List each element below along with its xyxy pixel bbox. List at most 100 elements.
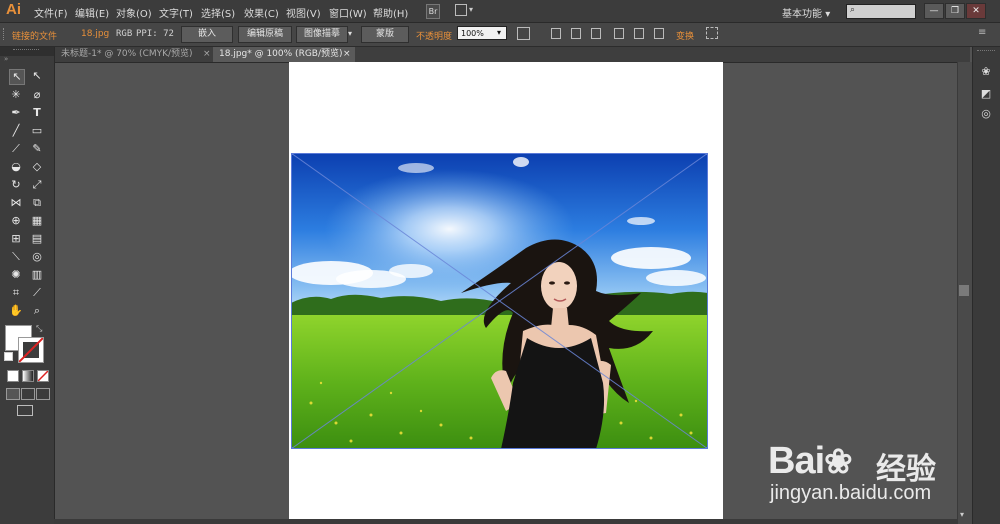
rectangle-tool-icon[interactable]: ▭: [30, 124, 44, 138]
menu-edit[interactable]: 编辑(E): [75, 5, 109, 20]
tab-18jpg[interactable]: 18.jpg* @ 100% (RGB/预览) ×: [213, 47, 355, 62]
stroke-swatch[interactable]: [18, 337, 44, 363]
menu-object[interactable]: 对象(O): [116, 5, 152, 20]
hand-tool-icon[interactable]: ✋: [9, 304, 23, 318]
menu-window[interactable]: 窗口(W): [329, 5, 367, 20]
pencil-tool-icon[interactable]: ✎: [30, 142, 44, 156]
menu-file[interactable]: 文件(F): [34, 5, 68, 20]
color-guide-icon[interactable]: ◩: [979, 87, 993, 101]
swap-fill-stroke-icon[interactable]: ⤡: [36, 324, 42, 334]
perspective-grid-tool-icon[interactable]: ▦: [30, 214, 44, 228]
image-trace-button[interactable]: 图像描摹: [296, 26, 348, 43]
pen-tool-icon[interactable]: ✒: [9, 106, 23, 120]
tab-label: 未标题-1* @ 70% (CMYK/预览): [61, 49, 193, 59]
draw-inside-icon[interactable]: [36, 388, 50, 400]
close-icon[interactable]: ×: [343, 47, 351, 62]
chevron-down-icon[interactable]: ▾: [497, 28, 501, 37]
app-logo: Ai: [6, 1, 21, 18]
screen-mode-icon[interactable]: [17, 405, 33, 416]
tab-untitled[interactable]: 未标题-1* @ 70% (CMYK/预览) ×: [55, 47, 213, 62]
tab-label: 18.jpg* @ 100% (RGB/预览): [219, 49, 343, 59]
mesh-tool-icon[interactable]: ⊞: [9, 232, 23, 246]
shape-builder-tool-icon[interactable]: ⊕: [9, 214, 23, 228]
align-left-icon[interactable]: [551, 28, 561, 39]
color-mode: RGB: [116, 29, 133, 39]
default-colors-icon[interactable]: [4, 352, 13, 361]
workspace-switcher[interactable]: 基本功能 ▾: [782, 5, 830, 20]
linked-file-link[interactable]: 链接的文件: [12, 29, 57, 42]
ppi-value: PPI: 72: [136, 29, 174, 39]
menu-type[interactable]: 文字(T): [159, 5, 193, 20]
selection-tool-icon[interactable]: ↖: [9, 69, 25, 85]
align-top-icon[interactable]: [614, 28, 624, 39]
grip-icon: [13, 49, 39, 53]
watermark-logo: Bai❀: [768, 440, 853, 483]
file-name-link[interactable]: 18.jpg: [81, 29, 109, 39]
menu-help[interactable]: 帮助(H): [373, 5, 408, 20]
transform-link[interactable]: 变换: [676, 29, 694, 42]
recolor-icon[interactable]: [517, 27, 530, 40]
gradient-mode-icon[interactable]: [22, 370, 34, 382]
embed-button[interactable]: 嵌入: [181, 26, 233, 43]
none-mode-icon[interactable]: [37, 370, 49, 382]
bridge-button[interactable]: Br: [426, 4, 440, 19]
chevron-down-icon: ▾: [825, 9, 831, 20]
menu-effect[interactable]: 效果(C): [244, 5, 279, 20]
eyedropper-tool-icon[interactable]: ⟍: [9, 250, 23, 264]
align-bottom-icon[interactable]: [654, 28, 664, 39]
placed-image-photo[interactable]: [291, 153, 708, 449]
line-tool-icon[interactable]: ╱: [9, 124, 23, 138]
align-right-icon[interactable]: [591, 28, 601, 39]
panel-menu-icon[interactable]: ≡: [978, 27, 986, 38]
graph-tool-icon[interactable]: ▥: [30, 268, 44, 282]
align-center-icon[interactable]: [571, 28, 581, 39]
symbol-sprayer-tool-icon[interactable]: ✺: [9, 268, 23, 282]
chevron-down-icon[interactable]: ▾: [348, 29, 352, 38]
watermark-brand: Bai: [768, 440, 825, 482]
menu-view[interactable]: 视图(V): [286, 5, 321, 20]
collapse-icon[interactable]: »: [4, 55, 8, 63]
draw-behind-icon[interactable]: [21, 388, 35, 400]
appearance-panel-icon[interactable]: ◎: [979, 107, 993, 121]
paintbrush-tool-icon[interactable]: ⟋: [9, 142, 23, 156]
scroll-down-icon[interactable]: ▾: [960, 510, 964, 519]
color-panel-icon[interactable]: ❀: [979, 65, 993, 79]
zoom-tool-icon[interactable]: ⌕: [30, 304, 44, 318]
horizontal-scrollbar[interactable]: [54, 519, 957, 524]
scale-tool-icon[interactable]: ⤢: [30, 178, 44, 192]
grip-icon: [3, 28, 7, 40]
workspace-label: 基本功能: [782, 9, 822, 20]
grip-icon: [977, 50, 995, 54]
minimize-button[interactable]: —: [924, 3, 944, 19]
menu-select[interactable]: 选择(S): [201, 5, 235, 20]
width-tool-icon[interactable]: ⋈: [9, 196, 23, 210]
mask-button[interactable]: 蒙版: [361, 26, 409, 43]
paw-icon: ❀: [824, 443, 852, 481]
chevron-down-icon[interactable]: ▾: [469, 5, 473, 14]
artboard-tool-icon[interactable]: ⌗: [9, 286, 23, 300]
draw-normal-icon[interactable]: [6, 388, 20, 400]
close-icon[interactable]: ×: [203, 47, 211, 62]
gradient-tool-icon[interactable]: ▤: [30, 232, 44, 246]
rotate-tool-icon[interactable]: ↻: [9, 178, 23, 192]
slice-tool-icon[interactable]: ⟋: [30, 286, 44, 300]
direct-selection-tool-icon[interactable]: ↖: [30, 69, 44, 83]
lasso-tool-icon[interactable]: ⌀: [30, 88, 44, 102]
eraser-tool-icon[interactable]: ◇: [30, 160, 44, 174]
type-tool-icon[interactable]: T: [30, 106, 44, 120]
search-input[interactable]: ⌕: [846, 4, 916, 19]
close-button[interactable]: ✕: [966, 3, 986, 19]
opacity-label[interactable]: 不透明度: [416, 29, 452, 42]
scrollbar-thumb[interactable]: [959, 285, 969, 296]
isolate-icon[interactable]: [706, 27, 718, 39]
align-middle-icon[interactable]: [634, 28, 644, 39]
free-transform-tool-icon[interactable]: ⧉: [30, 196, 44, 210]
restore-button[interactable]: ❐: [945, 3, 965, 19]
blob-brush-tool-icon[interactable]: ◒: [9, 160, 23, 174]
edit-original-button[interactable]: 编辑原稿: [238, 26, 292, 43]
blend-tool-icon[interactable]: ◎: [30, 250, 44, 264]
arrange-documents-icon[interactable]: [455, 4, 467, 16]
magic-wand-tool-icon[interactable]: ✳: [9, 88, 23, 102]
color-mode-icon[interactable]: [7, 370, 19, 382]
no-stroke-icon: [19, 338, 43, 362]
